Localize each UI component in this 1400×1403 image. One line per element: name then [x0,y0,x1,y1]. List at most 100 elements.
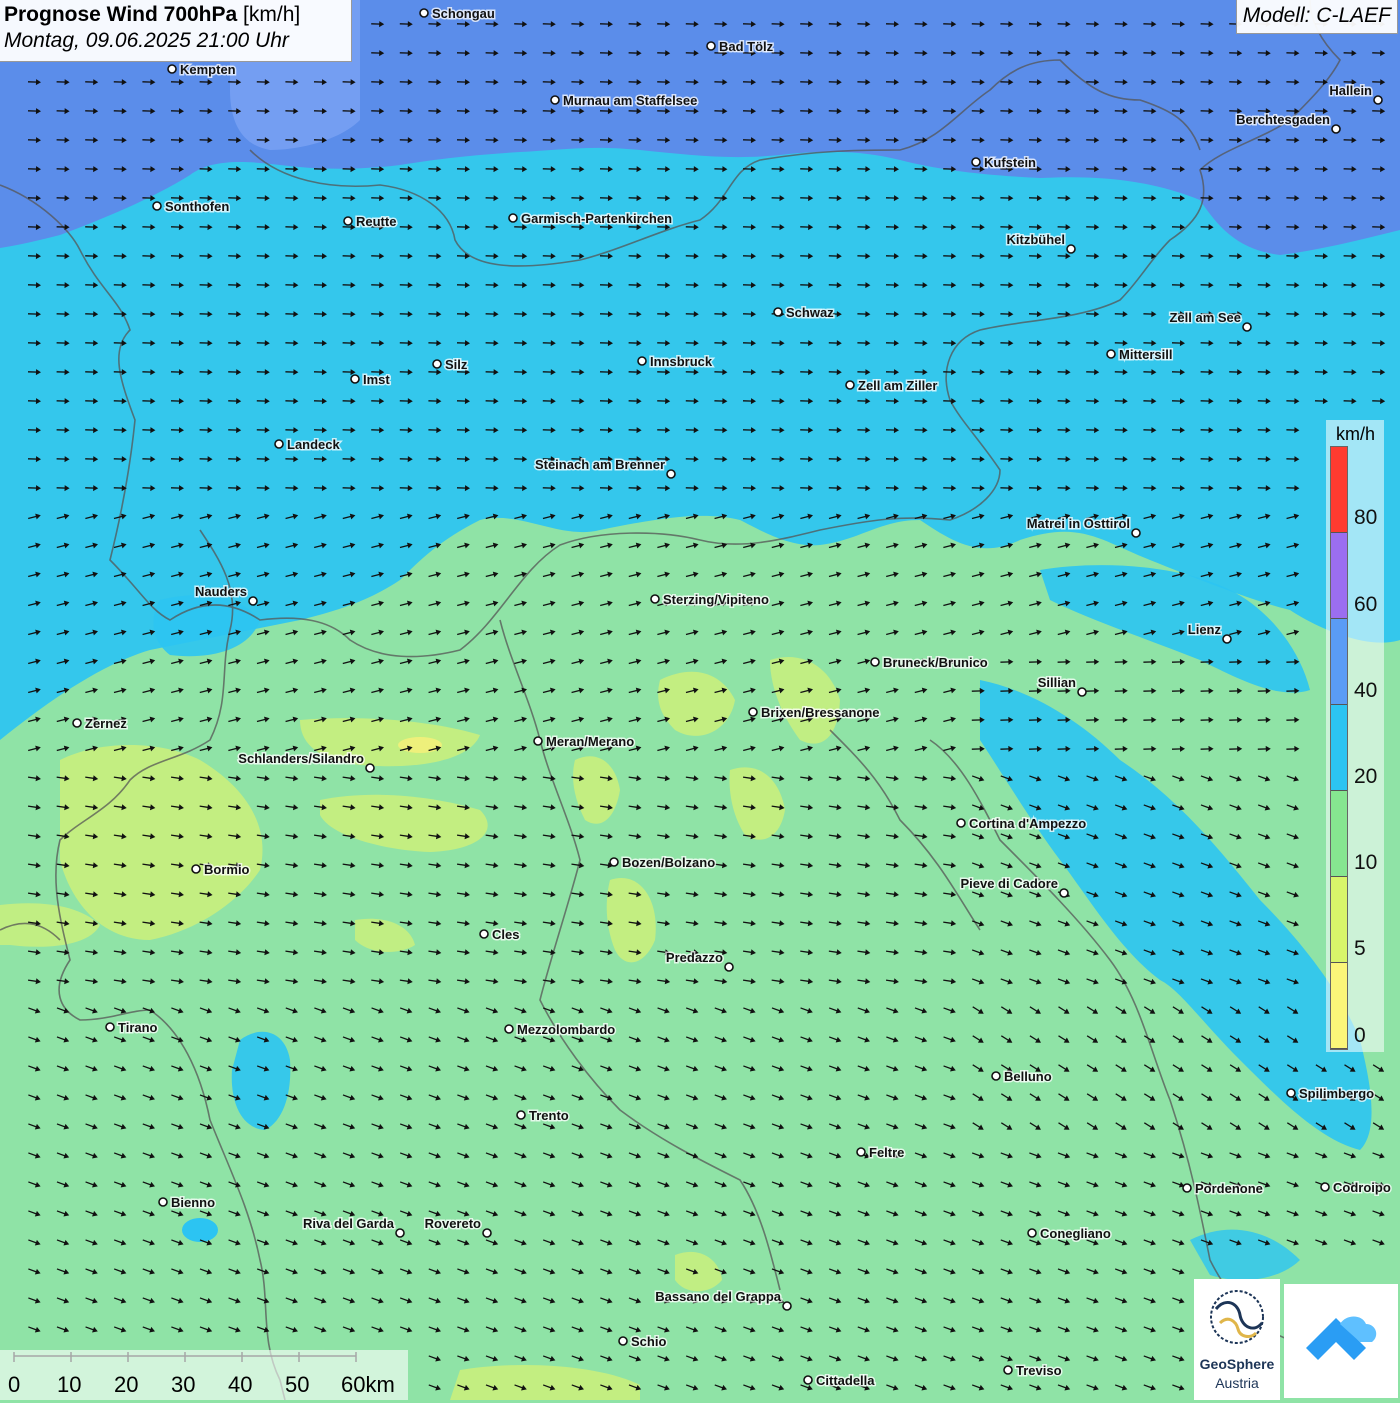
town-label: Feltre [869,1145,904,1160]
town-label: Imst [363,372,390,387]
town-marker[interactable]: Schongau [420,6,495,21]
scale-label-60: 60km [341,1372,395,1398]
town-marker[interactable]: Murnau am Staffelsee [551,93,697,108]
town-label: Matrei in Osttirol [1027,516,1130,531]
town-label: Spilimbergo [1299,1086,1374,1101]
weather-app-icon [1284,1284,1398,1398]
town-label: Rovereto [425,1216,481,1231]
town-marker[interactable]: Garmisch-Partenkirchen [509,211,672,226]
town-label: Hallein [1329,83,1372,98]
scale-label-50: 50 [285,1372,309,1398]
scale-label-0: 0 [8,1372,20,1398]
legend-label-80: 80 [1354,506,1377,530]
town-label: Codroipo [1333,1180,1391,1195]
legend-unit: km/h [1336,424,1375,445]
legend-swatch [1331,705,1347,791]
legend-label-60: 60 [1354,593,1377,617]
town-label: Kitzbühel [1007,232,1066,247]
scale-label-20: 20 [114,1372,138,1398]
legend-label-5: 5 [1354,937,1366,961]
town-label: Sillian [1038,675,1076,690]
geosphere-name: GeoSphere [1194,1356,1280,1372]
town-label: Kempten [180,62,236,77]
town-label: Trento [529,1108,569,1123]
legend-label-40: 40 [1354,679,1377,703]
town-marker[interactable]: Bozen/Bolzano [610,855,715,870]
forecast-datetime: Montag, 09.06.2025 21:00 Uhr [4,29,347,53]
geosphere-country: Austria [1194,1375,1280,1391]
legend-label-0: 0 [1354,1024,1366,1048]
town-label: Schio [631,1334,666,1349]
town-marker[interactable]: Cortina d'Ampezzo [957,816,1086,831]
town-label: Meran/Merano [546,734,634,749]
legend-swatch [1331,447,1347,533]
geosphere-icon [1194,1279,1280,1355]
town-label: Mezzolombardo [517,1022,615,1037]
weather-app-logo[interactable] [1284,1284,1398,1398]
town-marker[interactable]: Conegliano [1028,1226,1111,1241]
town-marker[interactable]: Mezzolombardo [505,1022,615,1037]
legend-label-10: 10 [1354,851,1377,875]
town-label: Pordenone [1195,1181,1263,1196]
town-label: Bassano del Grappa [655,1289,781,1304]
legend-swatch [1331,963,1347,1049]
town-label: Berchtesgaden [1236,112,1330,127]
town-label: Bienno [171,1195,215,1210]
town-marker[interactable]: Brixen/Bressanone [749,705,880,720]
scale-bar: 0 10 20 30 40 50 60km [0,1350,408,1400]
title-main: Prognose Wind 700hPa [4,3,237,26]
town-label: Silz [445,357,468,372]
town-label: Kufstein [984,155,1036,170]
title-box: Prognose Wind 700hPa [km/h] Montag, 09.0… [0,0,352,62]
town-label: Bozen/Bolzano [622,855,715,870]
geosphere-logo[interactable]: GeoSphere Austria [1194,1279,1280,1400]
town-label: Predazzo [666,950,723,965]
title-unit: [km/h] [243,3,300,26]
town-label: Brixen/Bressanone [761,705,880,720]
town-label: Belluno [1004,1069,1052,1084]
scale-label-30: 30 [171,1372,195,1398]
town-label: Nauders [195,584,247,599]
town-label: Cortina d'Ampezzo [969,816,1086,831]
title: Prognose Wind 700hPa [km/h] [4,3,347,27]
town-label: Mittersill [1119,347,1172,362]
town-label: Reutte [356,214,396,229]
legend-color-bar [1330,446,1348,1050]
town-marker[interactable]: Meran/Merano [534,734,634,749]
town-marker[interactable]: Pordenone [1183,1181,1263,1196]
town-label: Garmisch-Partenkirchen [521,211,672,226]
legend-swatch [1331,533,1347,619]
town-label: Pieve di Cadore [960,876,1058,891]
town-label: Zell am Ziller [858,378,937,393]
scale-label-40: 40 [228,1372,252,1398]
town-label: Riva del Garda [303,1216,395,1231]
town-label: Innsbruck [650,354,713,369]
town-marker[interactable]: Sterzing/Vipiteno [651,592,769,607]
town-marker[interactable]: Zell am Ziller [846,378,937,393]
town-marker[interactable]: Spilimbergo [1287,1086,1374,1101]
legend-swatch [1331,791,1347,877]
town-label: Bruneck/Brunico [883,655,988,670]
color-legend: km/h 80 60 40 20 10 5 0 [1326,420,1384,1052]
town-label: Murnau am Staffelsee [563,93,697,108]
legend-label-20: 20 [1354,765,1377,789]
town-marker[interactable]: Innsbruck [638,354,713,369]
town-label: Lienz [1188,622,1222,637]
scale-label-10: 10 [57,1372,81,1398]
town-marker[interactable]: Sonthofen [153,199,229,214]
town-label: Sterzing/Vipiteno [663,592,769,607]
town-label: Conegliano [1040,1226,1111,1241]
town-label: Bad Tölz [719,39,774,54]
town-label: Cles [492,927,519,942]
town-marker[interactable]: Bruneck/Brunico [871,655,988,670]
town-label: Zernez [85,716,127,731]
town-label: Landeck [287,437,341,452]
town-label: Schlanders/Silandro [238,751,364,766]
town-label: Zell am See [1169,310,1241,325]
model-label: Modell: C-LAEF [1236,0,1398,34]
legend-swatch [1331,877,1347,963]
town-label: Cittadella [816,1373,875,1388]
wind-map[interactable]: Schongau Bad Tölz Kempten Murnau am Staffel… [0,0,1400,1400]
town-label: Treviso [1016,1363,1062,1378]
town-label: Tirano [118,1020,158,1035]
